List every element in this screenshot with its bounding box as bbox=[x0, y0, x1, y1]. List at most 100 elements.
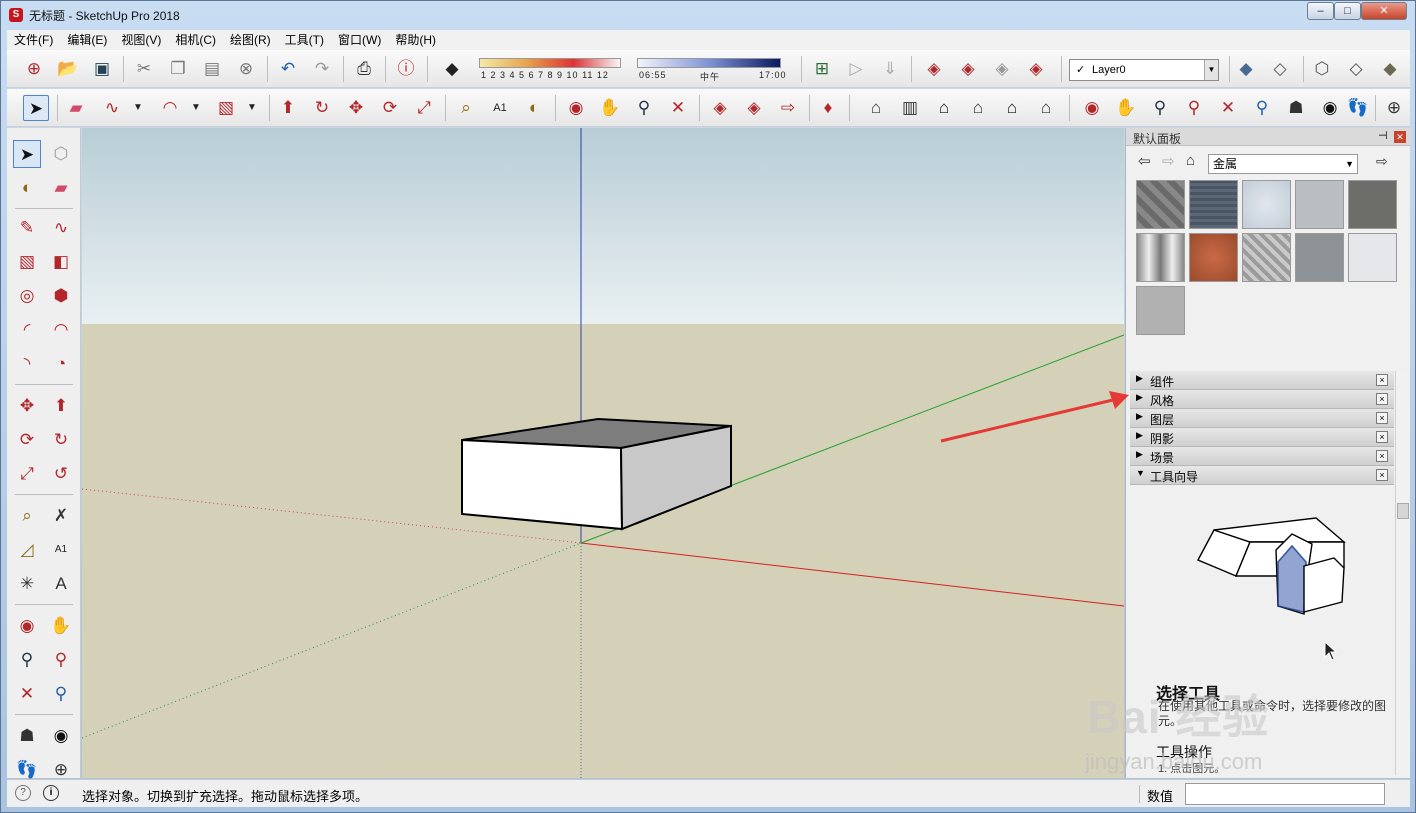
zoom-window-icon[interactable]: ⚲ bbox=[47, 646, 75, 674]
pan-icon[interactable]: ✋ bbox=[1113, 95, 1139, 121]
select-tool-icon[interactable]: ➤ bbox=[13, 140, 41, 168]
menu-file[interactable]: 文件(F) bbox=[7, 30, 60, 48]
panel-scenes[interactable]: ▶ 场景 × bbox=[1130, 447, 1394, 466]
arc-icon[interactable]: ◠ bbox=[157, 95, 183, 121]
terrain-icon[interactable]: ⇓ bbox=[877, 56, 903, 82]
print-icon[interactable]: ⎙ bbox=[351, 56, 377, 82]
panel-instructor[interactable]: ▼ 工具向导 × bbox=[1130, 466, 1394, 485]
back-edges-icon[interactable]: ◇ bbox=[1267, 56, 1293, 82]
material-swatch[interactable] bbox=[1348, 180, 1397, 229]
chevron-down-icon[interactable]: ▼ bbox=[1204, 60, 1218, 80]
zoom-icon[interactable]: ⚲ bbox=[1147, 95, 1173, 121]
share-model-icon[interactable]: ◈ bbox=[955, 56, 981, 82]
title-bar[interactable]: S 无标题 - SketchUp Pro 2018 – □ ✕ bbox=[1, 1, 1415, 29]
copy-icon[interactable]: ❐ bbox=[165, 56, 191, 82]
line-icon[interactable]: ✎ bbox=[13, 214, 41, 242]
zoom-window-icon[interactable]: ⚲ bbox=[1181, 95, 1207, 121]
erase-icon[interactable]: ⊗ bbox=[233, 56, 259, 82]
measurements-input[interactable] bbox=[1185, 783, 1385, 805]
protractor-icon[interactable]: ◿ bbox=[13, 536, 41, 564]
front-view-icon[interactable]: ⌂ bbox=[931, 95, 957, 121]
paste-icon[interactable]: ▤ bbox=[199, 56, 225, 82]
look-around-icon[interactable]: ◉ bbox=[47, 722, 75, 750]
share-component-icon[interactable]: ◈ bbox=[989, 56, 1015, 82]
iso-view-icon[interactable]: ⌂ bbox=[863, 95, 889, 121]
shadow-month-slider[interactable] bbox=[479, 58, 621, 68]
forward-arrow-icon[interactable]: ⇨ bbox=[1162, 152, 1175, 170]
material-swatch[interactable] bbox=[1189, 180, 1238, 229]
tape-measure-icon[interactable]: ⌕ bbox=[453, 95, 479, 121]
share-model-icon[interactable]: ◈ bbox=[741, 95, 767, 121]
back-view-icon[interactable]: ⌂ bbox=[999, 95, 1025, 121]
eraser-icon[interactable]: ▰ bbox=[47, 174, 75, 202]
previous-view-icon[interactable]: ⚲ bbox=[1249, 95, 1275, 121]
close-icon[interactable]: × bbox=[1376, 412, 1388, 424]
chevron-down-icon[interactable]: ▼ bbox=[125, 95, 151, 121]
position-camera-icon[interactable]: ☗ bbox=[13, 722, 41, 750]
xray-icon[interactable]: ◆ bbox=[1233, 56, 1259, 82]
axes-icon[interactable]: ✳ bbox=[13, 570, 41, 598]
menu-camera[interactable]: 相机(C) bbox=[168, 30, 223, 48]
wireframe-icon[interactable]: ⬡ bbox=[1309, 56, 1335, 82]
paint-bucket-icon[interactable]: ◐ bbox=[13, 174, 41, 202]
panel-shadows[interactable]: ▶ 阴影 × bbox=[1130, 428, 1394, 447]
tray-header[interactable]: 默认面板 ⊣ ✕ bbox=[1126, 128, 1411, 146]
chevron-down-icon[interactable]: ▼ bbox=[1345, 155, 1354, 173]
shadow-time-slider[interactable] bbox=[637, 58, 781, 68]
rectangle-icon[interactable]: ▧ bbox=[213, 95, 239, 121]
make-component-icon[interactable]: ⬡ bbox=[47, 140, 75, 168]
rotate-icon[interactable]: ⟳ bbox=[377, 95, 403, 121]
menu-tools[interactable]: 工具(T) bbox=[278, 30, 331, 48]
position-camera-icon[interactable]: ☗ bbox=[1283, 95, 1309, 121]
chevron-down-icon[interactable]: ▼ bbox=[183, 95, 209, 121]
close-icon[interactable]: × bbox=[1376, 450, 1388, 462]
offset-icon[interactable]: ↺ bbox=[47, 460, 75, 488]
move-icon[interactable]: ✥ bbox=[13, 392, 41, 420]
move-icon[interactable]: ✥ bbox=[343, 95, 369, 121]
text-icon[interactable]: A1 bbox=[487, 95, 513, 121]
close-window-button[interactable]: ✕ bbox=[1361, 2, 1407, 20]
walk-icon[interactable]: 👣 bbox=[1345, 95, 1371, 121]
panel-styles[interactable]: ▶ 风格 × bbox=[1130, 390, 1394, 409]
tray-scrollbar[interactable] bbox=[1395, 371, 1409, 775]
pan-icon[interactable]: ✋ bbox=[597, 95, 623, 121]
right-view-icon[interactable]: ⌂ bbox=[965, 95, 991, 121]
export-icon[interactable]: ⇨ bbox=[775, 95, 801, 121]
pie-icon[interactable]: ◔ bbox=[47, 350, 75, 378]
home-icon[interactable]: ⌂ bbox=[1186, 152, 1195, 169]
zoom-extents-icon[interactable]: ✕ bbox=[13, 680, 41, 708]
scrollbar-thumb[interactable] bbox=[1397, 503, 1409, 519]
scene-canvas[interactable] bbox=[82, 128, 1124, 778]
orbit-icon[interactable]: ◉ bbox=[13, 612, 41, 640]
two-point-arc-icon[interactable]: ◠ bbox=[47, 316, 75, 344]
geo-location-icon[interactable]: ⊞ bbox=[809, 56, 835, 82]
top-view-icon[interactable]: ▥ bbox=[897, 95, 923, 121]
close-icon[interactable]: × bbox=[1376, 393, 1388, 405]
panel-layers[interactable]: ▶ 图层 × bbox=[1130, 409, 1394, 428]
panel-components[interactable]: ▶ 组件 × bbox=[1130, 371, 1394, 390]
info-icon[interactable]: i bbox=[43, 785, 59, 801]
extension-warehouse-icon[interactable]: ◈ bbox=[1023, 56, 1049, 82]
details-arrow-icon[interactable]: ⇨ bbox=[1376, 153, 1388, 170]
follow-me-icon[interactable]: ↻ bbox=[47, 426, 75, 454]
push-pull-icon[interactable]: ⬆ bbox=[275, 95, 301, 121]
zoom-extents-icon[interactable]: ✕ bbox=[665, 95, 691, 121]
menu-help[interactable]: 帮助(H) bbox=[388, 30, 443, 48]
menu-window[interactable]: 窗口(W) bbox=[331, 30, 388, 48]
menu-draw[interactable]: 绘图(R) bbox=[223, 30, 278, 48]
redo-icon[interactable]: ↷ bbox=[309, 56, 335, 82]
left-view-icon[interactable]: ⌂ bbox=[1033, 95, 1059, 121]
freehand-icon[interactable]: ∿ bbox=[99, 95, 125, 121]
pan-icon[interactable]: ✋ bbox=[47, 612, 75, 640]
tape-measure-icon[interactable]: ⌕ bbox=[13, 502, 41, 530]
close-icon[interactable]: × bbox=[1376, 431, 1388, 443]
shaded-icon[interactable]: ◆ bbox=[1377, 56, 1403, 82]
rotate-icon[interactable]: ⟳ bbox=[13, 426, 41, 454]
material-swatch[interactable] bbox=[1242, 180, 1291, 229]
ruby-console-icon[interactable]: ♦ bbox=[815, 95, 841, 121]
material-swatch[interactable] bbox=[1295, 233, 1344, 282]
push-pull-icon[interactable]: ⬆ bbox=[47, 392, 75, 420]
warehouse-icon[interactable]: ◈ bbox=[707, 95, 733, 121]
section-plane-icon[interactable]: ⊕ bbox=[1381, 95, 1407, 121]
material-swatch[interactable] bbox=[1295, 180, 1344, 229]
